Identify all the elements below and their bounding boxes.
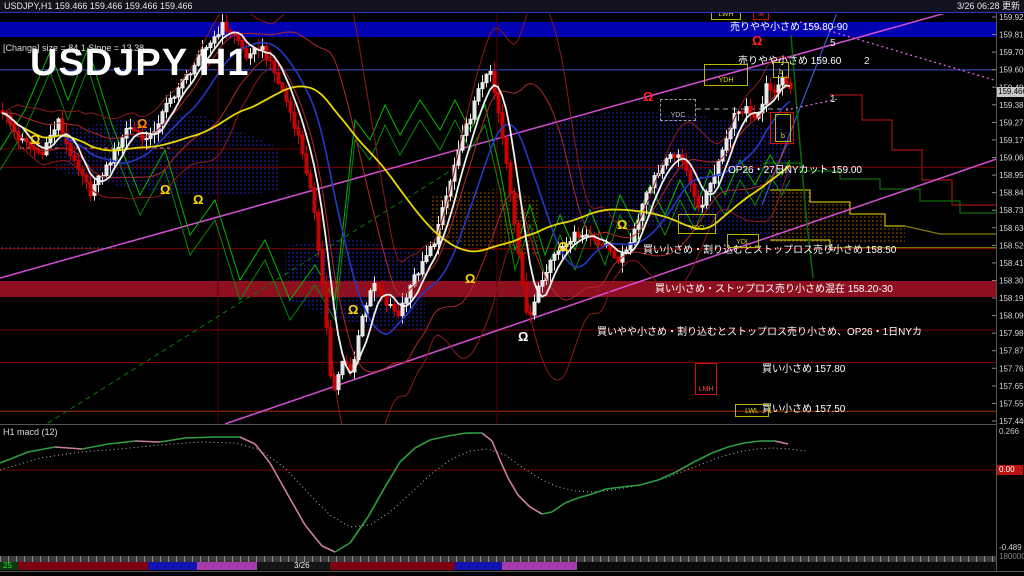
macd-line-segment [508, 478, 518, 495]
price-axis-label: 157.655 [999, 382, 1024, 391]
macd-line-segment [305, 525, 322, 546]
macd-line-segment [415, 440, 430, 448]
macd-line-segment [500, 460, 508, 478]
price-axis: 159.925 159.815 159.705 159.600 159.490 159.3… [992, 13, 1024, 426]
price-axis-label: 157.870 [999, 347, 1024, 356]
price-axis-label: 157.550 [999, 399, 1024, 408]
price-axis-label: 158.305 [999, 276, 1024, 285]
macd-line-segment [578, 494, 592, 498]
macd-line-segment [368, 487, 385, 517]
macd-line-segment [160, 438, 185, 442]
price-axis-label: 157.765 [999, 364, 1024, 373]
macd-line-segment [728, 443, 744, 447]
price-axis-label: 159.815 [999, 31, 1024, 40]
price-axis-label: 157.440 [999, 417, 1024, 426]
macd-line-segment [658, 472, 676, 480]
macd-line-segment [28, 447, 55, 452]
chart-canvas[interactable]: 159.925 159.815 159.705 159.600 159.490 159.3… [0, 0, 1024, 576]
price-axis-label: 158.630 [999, 224, 1024, 233]
price-axis-label: 159.385 [999, 101, 1024, 110]
macd-line-segment [565, 498, 578, 503]
macd-line-segment [55, 447, 82, 449]
macd-line-segment [712, 447, 728, 453]
price-axis-label: 158.845 [999, 189, 1024, 198]
macd-line-segment [640, 480, 658, 485]
macd-line-segment [322, 546, 335, 552]
price-axis-label: 158.410 [999, 259, 1024, 268]
macd-line-segment [552, 503, 565, 512]
macd-line-segment [530, 507, 542, 514]
macd-line-segment [240, 437, 255, 444]
macd-line-segment [744, 441, 760, 443]
price-axis-label: 158.520 [999, 241, 1024, 250]
price-axis-label: 159.705 [999, 48, 1024, 57]
price-axis-label: 159.600 [999, 66, 1024, 75]
order-band [0, 22, 996, 37]
macd-line-segment [270, 463, 288, 495]
trading-chart-window: USDJPY,H1 159.466 159.466 159.466 159.46… [0, 0, 1024, 576]
macd-line-segment [385, 462, 400, 487]
price-axis-label: 159.925 [999, 13, 1024, 22]
macd-line-segment [350, 517, 368, 543]
macd-line-segment [0, 452, 28, 463]
trend-line-dotted[interactable] [786, 99, 838, 110]
macd-line-segment [592, 489, 606, 494]
macd-line-segment [335, 543, 350, 552]
price-axis-label: 158.090 [999, 312, 1024, 321]
macd-line-segment [185, 437, 215, 438]
price-axis-label: 158.950 [999, 171, 1024, 180]
macd-line-segment [622, 485, 640, 487]
macd-line-segment [400, 448, 415, 462]
price-axis-label: 159.490 [999, 83, 1024, 92]
macd-line-segment [775, 441, 788, 444]
price-axis-label: 159.170 [999, 136, 1024, 145]
step-line [905, 226, 1012, 234]
macd-line-segment [255, 444, 270, 463]
symbol-ohlc-title: USDJPY,H1 159.466 159.466 159.466 159.46… [4, 0, 193, 12]
price-axis-label: 159.060 [999, 154, 1024, 163]
price-axis-label: 159.275 [999, 118, 1024, 127]
macd-line-segment [694, 453, 712, 462]
price-axis-label: 157.980 [999, 329, 1024, 338]
title-bar: USDJPY,H1 159.466 159.466 159.466 159.46… [0, 0, 1024, 13]
macd-line-segment [108, 441, 135, 444]
macd-line-segment [542, 512, 552, 514]
step-line [830, 95, 1012, 205]
price-panel[interactable] [0, 0, 1014, 470]
macd-line-segment [82, 444, 108, 449]
macd-line-segment [482, 433, 492, 441]
macd-line-segment [492, 441, 500, 460]
last-update-time: 3/26 06:28 更新 [957, 0, 1020, 12]
price-axis-label: 158.195 [999, 294, 1024, 303]
price-axis-label: 158.735 [999, 206, 1024, 215]
macd-line-segment [135, 441, 160, 442]
macd-line-segment [448, 433, 466, 436]
macd-signal-line [0, 442, 806, 527]
macd-panel[interactable] [0, 433, 996, 552]
macd-line-segment [288, 495, 305, 525]
macd-line-segment [430, 436, 448, 440]
macd-line-segment [518, 495, 530, 507]
